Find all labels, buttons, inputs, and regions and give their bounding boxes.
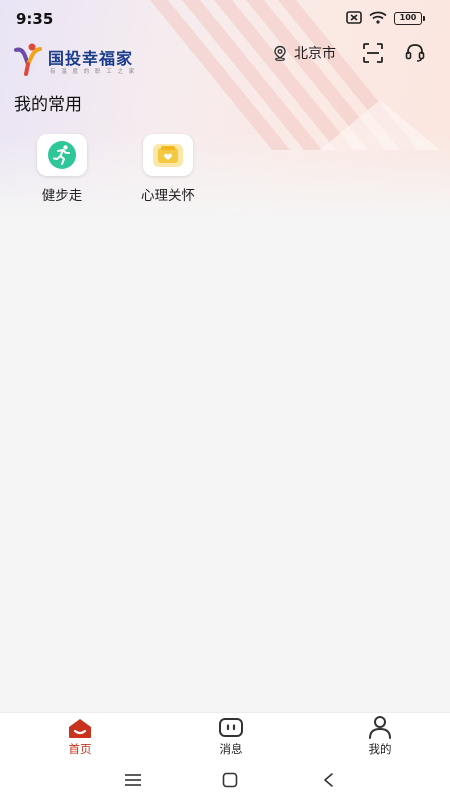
bottom-navigation: 首页 消息 我的 [0, 712, 450, 769]
location-selector[interactable]: 北京市 [272, 43, 336, 63]
customer-service-button[interactable] [404, 42, 426, 64]
favorite-icon-box [143, 134, 193, 176]
tab-messages[interactable]: 消息 [196, 717, 266, 757]
favorite-item-walking[interactable]: 健步走 [17, 134, 107, 204]
logo-icon [14, 43, 42, 76]
tab-profile[interactable]: 我的 [345, 715, 415, 757]
status-bar: 9:35 100 [0, 0, 450, 34]
location-label: 北京市 [294, 46, 336, 62]
favorite-label: 健步走 [41, 188, 83, 204]
profile-icon [369, 716, 391, 739]
battery-icon: 100 [394, 12, 425, 25]
running-icon [48, 141, 76, 169]
headset-icon [405, 44, 425, 62]
scan-icon [363, 43, 383, 63]
system-menu-button[interactable] [123, 770, 143, 790]
heart-box-icon [153, 144, 183, 167]
sim-off-icon [346, 9, 362, 28]
favorite-label: 心理关怀 [141, 188, 195, 204]
status-time: 9:35 [16, 10, 54, 28]
favorite-icon-box [37, 134, 87, 176]
app-logo: 国投幸福家 有 温 度 的 职 工 之 家 [12, 42, 136, 76]
tab-home-label: 首页 [68, 742, 92, 756]
tab-messages-label: 消息 [219, 742, 243, 756]
app-screen: 9:35 100 国投幸福家 有 温 度 的 职 工 之 家 北京市 我的常用 … [0, 0, 450, 800]
back-icon [324, 773, 333, 787]
system-back-button[interactable] [318, 770, 338, 790]
top-header: 国投幸福家 有 温 度 的 职 工 之 家 北京市 [0, 38, 450, 78]
tab-home[interactable]: 首页 [45, 717, 115, 757]
favorite-item-mental-care[interactable]: 心理关怀 [123, 134, 213, 204]
app-name: 国投幸福家 [48, 49, 134, 68]
status-icons: 100 [346, 9, 425, 28]
system-navigation-bar [0, 762, 450, 800]
home-square-icon [222, 772, 238, 788]
favorites-title: 我的常用 [14, 95, 82, 115]
location-pin-icon [274, 45, 286, 61]
menu-icon [125, 774, 141, 786]
tab-profile-label: 我的 [368, 742, 392, 756]
wifi-icon [369, 9, 387, 28]
home-icon [69, 719, 91, 738]
message-icon [219, 718, 243, 737]
app-tagline: 有 温 度 的 职 工 之 家 [50, 69, 137, 75]
system-home-button[interactable] [220, 770, 240, 790]
scan-button[interactable] [362, 42, 384, 64]
